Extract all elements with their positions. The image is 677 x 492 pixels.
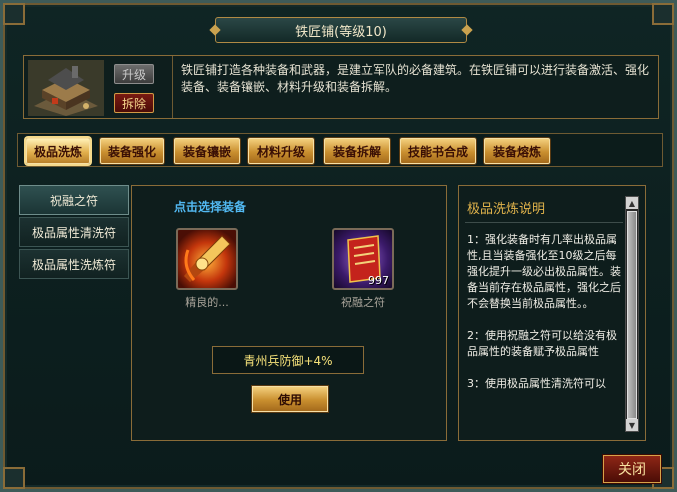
side-item-attribute-clear-rune[interactable]: 极品属性清洗符 [19, 217, 129, 247]
rune-slot[interactable]: 997 [332, 228, 394, 290]
refine-result: 青州兵防御+4% [212, 346, 364, 374]
upgrade-button[interactable]: 升级 [114, 64, 154, 84]
refine-description-panel: 极品洗炼说明 1：强化装备时有几率出极品属性,且当装备强化至10级之后每强化提升… [458, 185, 646, 441]
frame-corner [3, 3, 25, 25]
scroll-down-icon[interactable]: ▼ [626, 419, 638, 431]
rune-list: 祝融之符 极品属性清洗符 极品属性洗炼符 [19, 185, 129, 281]
tab-material-upgrade[interactable]: 材料升级 [248, 138, 314, 164]
dismantle-button[interactable]: 拆除 [114, 93, 154, 113]
function-tabs: 极品洗炼 装备强化 装备镶嵌 材料升级 装备拆解 技能书合成 装备熔炼 [17, 133, 663, 167]
close-button[interactable]: 关闭 [603, 455, 661, 483]
select-equipment-hint[interactable]: 点击选择装备 [174, 198, 246, 215]
rune-name: 祝融之符 [341, 296, 385, 309]
tab-skillbook-combine[interactable]: 技能书合成 [400, 138, 476, 164]
building-info: 升级 拆除 铁匠铺打造各种装备和武器，是建立军队的必备建筑。在铁匠铺可以进行装备… [23, 55, 659, 119]
side-item-attribute-refine-rune[interactable]: 极品属性洗炼符 [19, 249, 129, 279]
description-paragraph: 3：使用极品属性清洗符可以 [467, 377, 606, 390]
scroll-up-icon[interactable]: ▲ [626, 197, 638, 209]
blacksmith-window: 铁匠铺(等级10) 升级 拆除 铁匠铺打造各种装备和武器，是建立军队的必备建筑。… [0, 0, 677, 492]
divider [465, 222, 623, 223]
use-button[interactable]: 使用 [252, 386, 328, 412]
window-title: 铁匠铺(等级10) [209, 17, 473, 43]
blacksmith-building-icon [28, 60, 104, 116]
equipment-slot[interactable] [176, 228, 238, 290]
building-description: 铁匠铺打造各种装备和武器，是建立军队的必备建筑。在铁匠铺可以进行装备激活、强化装… [172, 56, 659, 118]
tab-inlay[interactable]: 装备镶嵌 [174, 138, 240, 164]
description-paragraph: 2：使用祝融之符可以给没有极品属性的装备赋予极品属性 [467, 329, 617, 358]
description-paragraph: 1：强化装备时有几率出极品属性,且当装备强化至10级之后每强化提升一级必出极品属… [467, 233, 621, 310]
description-title: 极品洗炼说明 [467, 202, 546, 217]
tab-premium-refine[interactable]: 极品洗炼 [26, 138, 90, 164]
tab-smelt[interactable]: 装备熔炼 [484, 138, 550, 164]
window-title-text: 铁匠铺(等级10) [295, 24, 387, 40]
equipment-name: 精良的... [185, 296, 229, 309]
description-text: 1：强化装备时有几率出极品属性,且当装备强化至10级之后每强化提升一级必出极品属… [467, 232, 622, 432]
tab-dismantle[interactable]: 装备拆解 [324, 138, 390, 164]
sword-icon [184, 235, 231, 282]
scroll-thumb[interactable] [627, 211, 637, 419]
frame-corner [652, 3, 674, 25]
frame-corner [3, 467, 25, 489]
title-ornament [209, 24, 221, 36]
side-item-zhurong-rune[interactable]: 祝融之符 [19, 185, 129, 215]
refine-panel: 点击选择装备 精良的... 997 祝融之符 青州兵防御+4% 使用 [131, 185, 447, 441]
title-ornament [461, 24, 473, 36]
item-count: 997 [368, 274, 389, 287]
description-scrollbar[interactable]: ▲ ▼ [625, 196, 639, 432]
tab-enhance[interactable]: 装备强化 [100, 138, 164, 164]
